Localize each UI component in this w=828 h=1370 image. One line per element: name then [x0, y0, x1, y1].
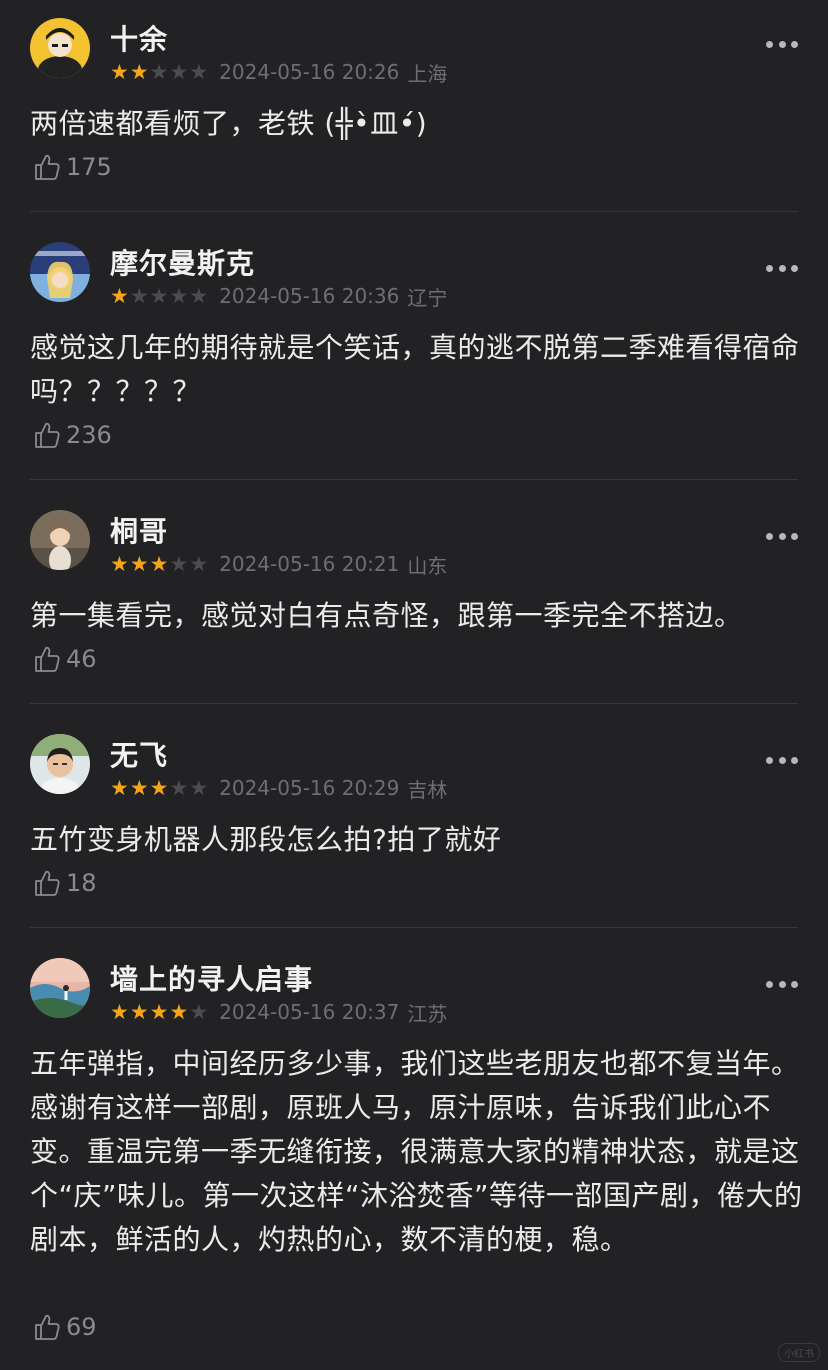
star-filled-icon: ★	[110, 775, 129, 800]
comment-location: 吉林	[407, 777, 448, 802]
star-empty-icon: ★	[189, 775, 209, 800]
like-count: 46	[66, 645, 97, 673]
comment-datetime: 2024-05-16 20:37	[219, 1000, 400, 1024]
divider	[30, 927, 798, 928]
like-button[interactable]: 18	[32, 866, 97, 900]
like-button[interactable]: 46	[32, 642, 97, 676]
comment-meta: ★ ★ ★ ★ ★ 2024-05-16 20:21 山东	[110, 551, 448, 578]
like-count: 18	[66, 869, 97, 897]
comment-item: 墙上的寻人启事 ★ ★ ★ ★ ★ 2024-05-16 20:37 江苏 五年弹指，中…	[0, 940, 828, 1370]
thumbs-up-icon	[35, 154, 60, 180]
more-dots-icon[interactable]	[766, 978, 798, 990]
comment-meta: ★ ★ ★ ★ ★ 2024-05-16 20:26 上海	[110, 59, 448, 86]
username[interactable]: 桐哥	[110, 510, 168, 550]
comment-location: 江苏	[407, 1001, 448, 1026]
star-empty-icon: ★	[169, 551, 189, 576]
comment-text: 第一集看完，感觉对白有点奇怪，跟第一季完全不搭边。	[30, 599, 743, 632]
star-empty-icon: ★	[189, 59, 209, 84]
comment-datetime: 2024-05-16 20:26	[219, 60, 400, 84]
star-filled-icon: ★	[169, 999, 189, 1024]
avatar-cartoon-icon	[30, 18, 90, 78]
star-filled-icon: ★	[149, 551, 169, 576]
like-button[interactable]: 236	[32, 418, 112, 452]
star-filled-icon: ★	[129, 551, 149, 576]
star-filled-icon: ★	[110, 999, 129, 1024]
star-filled-icon: ★	[149, 775, 169, 800]
star-filled-icon: ★	[110, 59, 129, 84]
avatar[interactable]	[30, 18, 90, 78]
star-filled-icon: ★	[110, 551, 129, 576]
comment-item: 桐哥 ★ ★ ★ ★ ★ 2024-05-16 20:21 山东 第一集看完，感觉对白有…	[0, 492, 828, 704]
avatar[interactable]	[30, 958, 90, 1018]
avatar-person-icon	[30, 734, 90, 794]
star-empty-icon: ★	[169, 283, 189, 308]
comment-datetime: 2024-05-16 20:36	[219, 284, 400, 308]
more-dots-icon[interactable]	[766, 38, 798, 50]
divider	[30, 703, 798, 704]
avatar[interactable]	[30, 510, 90, 570]
star-empty-icon: ★	[189, 999, 209, 1024]
comment-item: 摩尔曼斯克 ★ ★ ★ ★ ★ 2024-05-16 20:36 辽宁 感觉这几年的期待…	[0, 224, 828, 480]
comment-location: 辽宁	[407, 285, 448, 310]
star-empty-icon: ★	[189, 283, 209, 308]
like-count: 69	[66, 1313, 97, 1341]
star-filled-icon: ★	[129, 59, 149, 84]
rating-stars: ★ ★ ★ ★ ★	[110, 59, 209, 84]
comment-meta: ★ ★ ★ ★ ★ 2024-05-16 20:29 吉林	[110, 775, 448, 802]
comment-datetime: 2024-05-16 20:29	[219, 776, 400, 800]
star-empty-icon: ★	[189, 551, 209, 576]
comment-location: 上海	[407, 61, 448, 86]
watermark-logo: 小红书	[778, 1343, 820, 1362]
like-button[interactable]: 175	[32, 150, 112, 184]
star-filled-icon: ★	[149, 999, 169, 1024]
star-filled-icon: ★	[110, 283, 129, 308]
comment-text: 五竹变身机器人那段怎么拍?拍了就好	[30, 823, 502, 856]
rating-stars: ★ ★ ★ ★ ★	[110, 551, 209, 576]
comment-datetime: 2024-05-16 20:21	[219, 552, 400, 576]
rating-stars: ★ ★ ★ ★ ★	[110, 283, 209, 308]
username[interactable]: 无飞	[110, 734, 168, 774]
comment-meta: ★ ★ ★ ★ ★ 2024-05-16 20:36 辽宁	[110, 283, 448, 310]
more-dots-icon[interactable]	[766, 754, 798, 766]
avatar-child-icon	[30, 510, 90, 570]
comment-item: 十余 ★ ★ ★ ★ ★ 2024-05-16 20:26 上海 两倍速都看烦了，老铁 …	[0, 0, 828, 212]
username[interactable]: 墙上的寻人启事	[110, 958, 313, 998]
star-filled-icon: ★	[129, 775, 149, 800]
avatar-princess-icon	[30, 242, 90, 302]
comment-feed: 十余 ★ ★ ★ ★ ★ 2024-05-16 20:26 上海 两倍速都看烦了，老铁 …	[0, 0, 828, 1370]
username[interactable]: 十余	[110, 18, 168, 58]
comment-meta: ★ ★ ★ ★ ★ 2024-05-16 20:37 江苏	[110, 999, 448, 1026]
like-count: 175	[66, 153, 112, 181]
thumbs-up-icon	[35, 422, 60, 448]
star-empty-icon: ★	[169, 775, 189, 800]
rating-stars: ★ ★ ★ ★ ★	[110, 775, 209, 800]
comment-location: 山东	[407, 553, 448, 578]
star-filled-icon: ★	[129, 999, 149, 1024]
star-empty-icon: ★	[129, 283, 149, 308]
divider	[30, 211, 798, 212]
comment-item: 无飞 ★ ★ ★ ★ ★ 2024-05-16 20:29 吉林 五竹变身机器人那段怎么…	[0, 716, 828, 928]
thumbs-up-icon	[35, 870, 60, 896]
star-empty-icon: ★	[149, 283, 169, 308]
comment-text: 感觉这几年的期待就是个笑话，真的逃不脱第二季难看得宿命吗？？？？？	[30, 331, 800, 408]
thumbs-up-icon	[35, 646, 60, 672]
star-empty-icon: ★	[149, 59, 169, 84]
thumbs-up-icon	[35, 1314, 60, 1340]
more-dots-icon[interactable]	[766, 262, 798, 274]
avatar[interactable]	[30, 734, 90, 794]
avatar-landscape-icon	[30, 958, 90, 1018]
like-button[interactable]: 69	[32, 1310, 97, 1344]
like-count: 236	[66, 421, 112, 449]
avatar[interactable]	[30, 242, 90, 302]
username[interactable]: 摩尔曼斯克	[110, 242, 255, 282]
comment-text: 两倍速都看烦了，老铁 (╬•̀皿•́)	[30, 107, 428, 140]
star-empty-icon: ★	[169, 59, 189, 84]
comment-text: 五年弹指，中间经历多少事，我们这些老朋友也都不复当年。感谢有这样一部剧，原班人马…	[30, 1047, 803, 1256]
divider	[30, 479, 798, 480]
more-dots-icon[interactable]	[766, 530, 798, 542]
rating-stars: ★ ★ ★ ★ ★	[110, 999, 209, 1024]
